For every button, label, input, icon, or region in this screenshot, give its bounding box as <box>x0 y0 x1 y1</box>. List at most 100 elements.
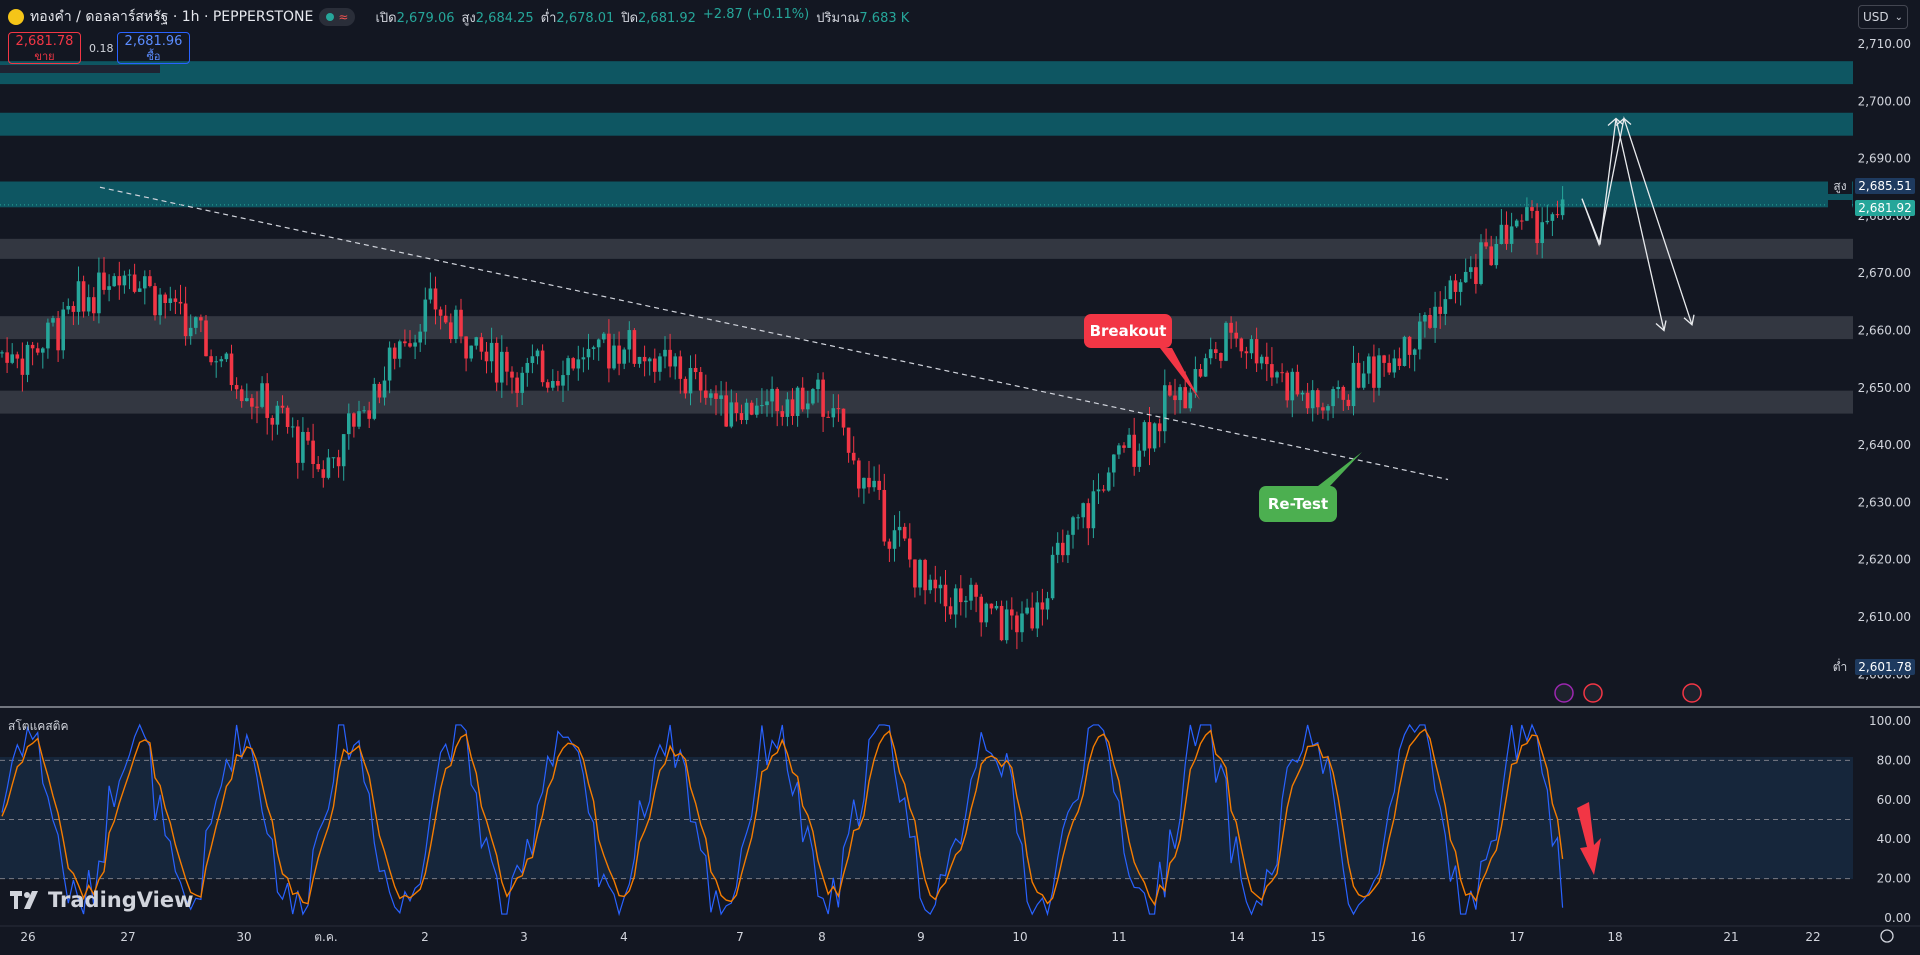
candle-body <box>877 480 881 490</box>
candlestick <box>296 419 300 479</box>
candle-body <box>1142 422 1147 451</box>
candle-body <box>1040 602 1045 610</box>
retest-callout[interactable]: Re-Test <box>1259 486 1337 522</box>
candlestick <box>102 257 106 295</box>
candle-body <box>586 348 591 358</box>
candle-body <box>1275 372 1279 378</box>
candle-body <box>1509 226 1514 244</box>
candlestick <box>1086 498 1091 546</box>
candle-body <box>984 603 989 623</box>
candlestick <box>948 597 953 619</box>
candlestick <box>1514 218 1519 228</box>
candlestick <box>30 341 35 366</box>
candlestick <box>122 270 127 294</box>
candle-body <box>408 343 412 347</box>
currency-select[interactable]: USD ⌄ <box>1858 5 1908 29</box>
candle-body <box>739 413 744 420</box>
candle-body <box>668 349 672 367</box>
candlestick <box>1208 337 1213 365</box>
candlestick <box>224 352 229 362</box>
candle-body <box>1310 390 1315 409</box>
high-value: 2,684.25 <box>475 10 534 26</box>
candle-body <box>168 298 173 303</box>
candlestick <box>469 345 473 362</box>
market-status-badge[interactable]: ≈ <box>319 8 356 26</box>
candlestick <box>586 333 591 370</box>
candle-body <box>398 341 402 359</box>
candlestick <box>1224 321 1228 362</box>
breakout-callout[interactable]: Breakout <box>1084 314 1172 348</box>
symbol-legend[interactable]: ทองคำ / ดอลลาร์สหรัฐ · 1h · PEPPERSTONE … <box>8 7 909 27</box>
candle-body <box>1203 358 1208 377</box>
candlestick <box>1453 273 1458 304</box>
candle-body <box>1300 392 1305 395</box>
candle-body <box>1555 214 1560 216</box>
us-flag-event-icon <box>1583 683 1603 703</box>
candle-body <box>617 345 621 364</box>
time-tick-label: 9 <box>917 930 925 944</box>
candle-body <box>1020 613 1024 633</box>
candlestick <box>964 596 968 618</box>
candle-body <box>1504 224 1509 244</box>
price-tick-label: 2,690.00 <box>1858 152 1911 166</box>
candle-body <box>489 342 494 362</box>
candlestick <box>1096 473 1101 504</box>
candle-body <box>484 351 489 362</box>
buy-button[interactable]: 2,681.96 ซื้อ <box>117 32 190 64</box>
candlestick <box>209 349 213 366</box>
last-price-tag: 2,681.92 <box>1828 200 1915 216</box>
candle-body <box>311 440 315 465</box>
symbol-title[interactable]: ทองคำ / ดอลลาร์สหรัฐ · 1h · PEPPERSTONE <box>30 6 313 28</box>
candle-body <box>81 281 86 312</box>
trading-chart[interactable]: 2,710.002,700.002,690.002,680.002,670.00… <box>0 0 1920 955</box>
candle-body <box>862 477 866 489</box>
candle-body <box>1387 362 1391 373</box>
candlestick <box>178 284 183 315</box>
candlestick <box>1004 600 1009 644</box>
candle-body <box>775 388 779 412</box>
candle-body <box>520 372 524 393</box>
candle-body <box>1239 338 1244 352</box>
candle-body <box>1448 280 1453 300</box>
candle-body <box>494 342 499 383</box>
candle-body <box>1535 210 1539 244</box>
candlestick <box>918 558 922 596</box>
time-tick-label: 4 <box>620 930 628 944</box>
candle-body <box>1550 214 1555 221</box>
candle-body <box>377 383 382 398</box>
price-tick-label: 2,650.00 <box>1858 381 1911 395</box>
candlestick <box>1050 546 1055 601</box>
candle-body <box>143 276 147 289</box>
candle-body <box>867 477 871 488</box>
candle-body <box>336 457 341 467</box>
candlestick <box>974 582 978 613</box>
candle-body <box>173 298 178 302</box>
tradingview-logo[interactable]: TradingView <box>10 888 193 912</box>
chart-canvas[interactable]: 2,710.002,700.002,690.002,680.002,670.00… <box>0 0 1920 955</box>
stochastic-tick-label: 80.00 <box>1877 753 1911 767</box>
time-tick-label: ต.ค. <box>314 930 337 944</box>
candlestick <box>398 339 402 368</box>
candlestick <box>1214 341 1218 359</box>
candle-body <box>1173 395 1177 401</box>
candle-body <box>948 606 953 615</box>
sell-button[interactable]: 2,681.78 ขาย <box>8 32 81 64</box>
us-flag-event-icon <box>1682 683 1702 703</box>
candle-body <box>1458 282 1463 292</box>
candle-body <box>1280 372 1284 374</box>
candlestick <box>596 338 601 361</box>
candlestick <box>612 333 616 371</box>
tag-label: สูง <box>1833 179 1846 194</box>
candle-body <box>974 584 978 597</box>
candlestick <box>668 333 672 378</box>
candle-body <box>275 405 280 425</box>
time-tick-label: 17 <box>1509 930 1524 944</box>
stochastic-indicator-label[interactable]: สโตแคสติค <box>8 717 68 736</box>
candlestick <box>1377 348 1381 396</box>
candlestick <box>913 559 917 598</box>
candle-body <box>250 398 254 407</box>
candlestick <box>663 336 667 369</box>
chevron-down-icon: ⌄ <box>1894 11 1904 23</box>
candle-body <box>66 305 71 310</box>
candlestick <box>163 292 167 319</box>
